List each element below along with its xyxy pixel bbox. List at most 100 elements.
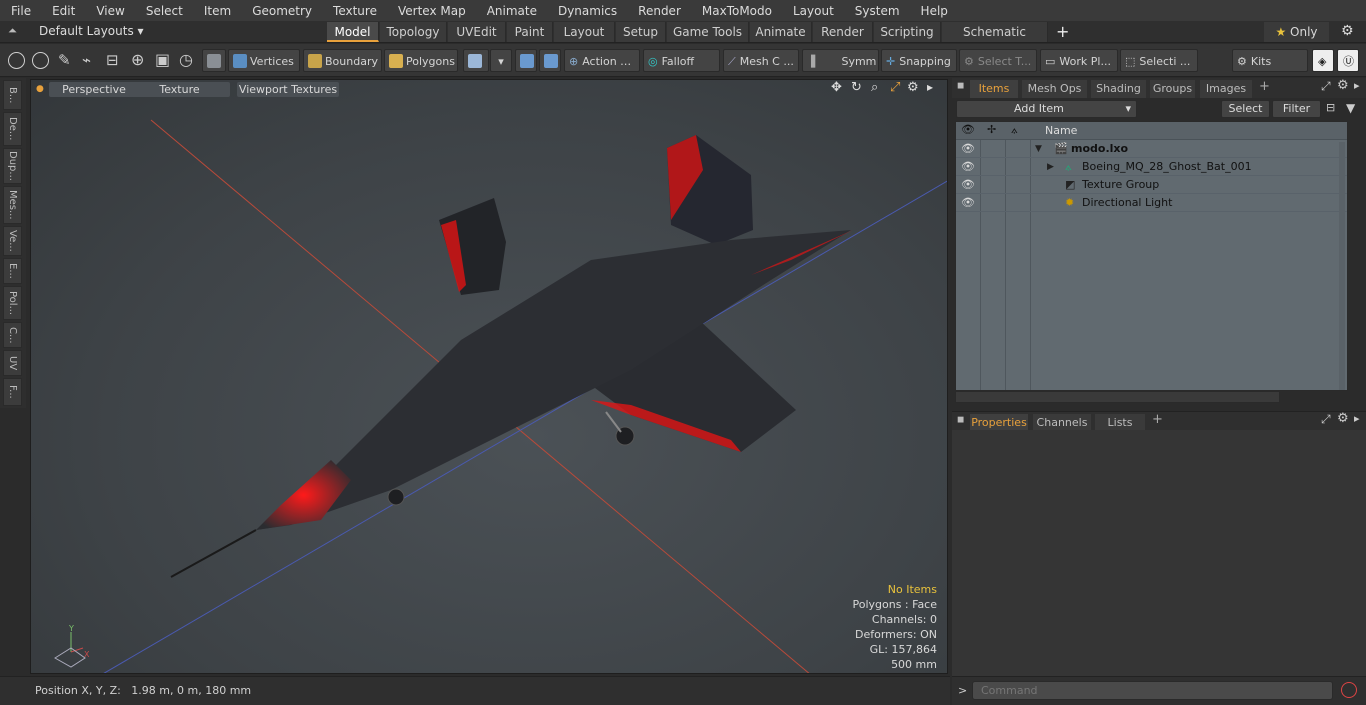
add-panel-tab-icon[interactable]: + (1259, 79, 1270, 94)
viewport-arrow-icon[interactable]: ▸ (927, 80, 933, 94)
menu-item[interactable]: Item (193, 4, 241, 18)
tab-topology[interactable]: Topology (380, 22, 447, 42)
tab-scripting[interactable]: Scripting (874, 22, 941, 42)
rotate-view-icon[interactable]: ↻ (851, 80, 862, 95)
move-view-icon[interactable]: ✥ (831, 80, 842, 95)
add-properties-tab-icon[interactable]: + (1152, 412, 1163, 427)
strip-tab-duplicate[interactable]: Dup... (3, 148, 22, 184)
menu-help[interactable]: Help (910, 4, 958, 18)
maximize-view-icon[interactable]: ⤢ (890, 80, 900, 95)
tree-row-light[interactable]: 👁 ✹ Directional Light (956, 194, 1347, 212)
snap-element-button[interactable] (539, 49, 561, 72)
strip-tab-basic[interactable]: B... (3, 80, 22, 110)
selection-sets-button[interactable]: ⬚ Selecti ... (1120, 49, 1198, 72)
add-item-button[interactable]: Add Item ▾ (956, 100, 1137, 118)
globe-icon[interactable] (32, 52, 49, 69)
menu-system[interactable]: System (844, 4, 910, 18)
boundary-button[interactable]: Boundary (303, 49, 382, 72)
items-hscrollbar[interactable] (955, 391, 1280, 403)
unity-button[interactable]: ◈ (1312, 49, 1334, 72)
menu-layout[interactable]: Layout (782, 4, 844, 18)
frame-icon[interactable]: ▣ (155, 50, 170, 69)
expand-arrow-icon[interactable]: ▼ (1035, 140, 1042, 158)
panel-maximize-icon[interactable]: ⤢ (1321, 79, 1331, 94)
tab-model[interactable]: Model (327, 22, 379, 42)
select-circle-icon[interactable] (8, 52, 25, 69)
visibility-eye-icon[interactable]: 👁 (961, 158, 975, 176)
add-tab-icon[interactable]: + (1056, 22, 1069, 41)
select-button[interactable]: Select (1221, 100, 1270, 118)
select-through-button[interactable]: ⚙ Select T... (959, 49, 1037, 72)
expand-arrow-icon[interactable]: ▶ (1047, 158, 1054, 176)
timer-icon[interactable]: ◷ (179, 50, 193, 69)
properties-gear-icon[interactable]: ⚙ (1337, 411, 1349, 426)
3d-viewport[interactable]: Y X ● Perspective Texture Viewport Textu… (30, 79, 948, 674)
tab-images[interactable]: Images (1200, 80, 1252, 98)
items-scrollbar[interactable] (1339, 142, 1345, 390)
lock-column-icon[interactable]: ✢ (987, 123, 996, 136)
layout-preset-dropdown[interactable]: Default Layouts ▾ (39, 24, 144, 38)
tab-layout[interactable]: Layout (554, 22, 615, 42)
tab-paint[interactable]: Paint (507, 22, 553, 42)
strip-tab-curve[interactable]: C... (3, 322, 22, 348)
layout-gear-icon[interactable]: ⚙ (1341, 23, 1354, 39)
panel-arrow-icon[interactable]: ▸ (1354, 79, 1360, 92)
filter-button[interactable]: Filter (1272, 100, 1321, 118)
menu-vertex-map[interactable]: Vertex Map (387, 4, 476, 18)
menu-dynamics[interactable]: Dynamics (547, 4, 627, 18)
tree-row-texture-group[interactable]: 👁 ◩ Texture Group (956, 176, 1347, 194)
panel-menu-icon[interactable]: ◼ (957, 81, 964, 91)
snap-object-button[interactable] (515, 49, 537, 72)
unreal-button[interactable]: Ⓤ (1337, 49, 1359, 72)
zoom-view-icon[interactable]: ⌕ (871, 80, 878, 95)
item-mode-button[interactable] (463, 49, 489, 72)
mode-dropdown[interactable]: ▾ (490, 49, 512, 72)
tab-animate[interactable]: Animate (750, 22, 812, 42)
tab-render[interactable]: Render (813, 22, 873, 42)
action-center-button[interactable]: ⊕ Action … (564, 49, 640, 72)
strip-tab-edge[interactable]: E... (3, 258, 22, 284)
strip-tab-mesh[interactable]: Mes... (3, 186, 22, 224)
properties-menu-icon[interactable]: ◼ (957, 415, 964, 425)
menu-view[interactable]: View (85, 4, 134, 18)
tab-game-tools[interactable]: Game Tools (667, 22, 749, 42)
visibility-eye-icon[interactable]: 👁 (961, 194, 975, 212)
menu-texture[interactable]: Texture (322, 4, 387, 18)
viewport-settings-icon[interactable]: ⚙ (907, 80, 919, 95)
properties-maximize-icon[interactable]: ⤢ (1321, 412, 1331, 427)
kits-button[interactable]: ⚙ Kits (1232, 49, 1308, 72)
snapping-button[interactable]: ✛ Snapping (881, 49, 957, 72)
visibility-eye-icon[interactable]: 👁 (961, 140, 975, 158)
work-plane-button[interactable]: ▭ Work Pl... (1040, 49, 1118, 72)
menu-edit[interactable]: Edit (41, 4, 85, 18)
menu-geometry[interactable]: Geometry (241, 4, 322, 18)
properties-arrow-icon[interactable]: ▸ (1354, 412, 1360, 425)
tab-groups[interactable]: Groups (1150, 80, 1195, 98)
strip-tab-polygon[interactable]: Pol... (3, 286, 22, 320)
visibility-column-icon[interactable]: 👁 (961, 123, 975, 136)
tree-row-scene[interactable]: 👁 ▼ 🎬 modo.lxo (956, 140, 1347, 158)
view-perspective-button[interactable]: Perspective (49, 82, 139, 97)
menu-render[interactable]: Render (627, 4, 691, 18)
strip-tab-fusion[interactable]: F... (3, 378, 22, 406)
viewport-textures-button[interactable]: Viewport Textures (237, 82, 339, 97)
panel-gear-icon[interactable]: ⚙ (1337, 78, 1349, 93)
vertices-button[interactable]: Vertices (228, 49, 300, 72)
record-macro-icon[interactable] (1341, 682, 1357, 698)
name-column-header[interactable]: Name (1045, 124, 1077, 137)
shading-texture-button[interactable]: Texture (129, 82, 230, 97)
menu-select[interactable]: Select (135, 4, 193, 18)
pen-icon[interactable]: ✎ (58, 51, 71, 69)
polygons-button[interactable]: Polygons (384, 49, 458, 72)
strip-tab-deform[interactable]: De... (3, 112, 22, 146)
brush-icon[interactable]: ⌁ (82, 51, 91, 69)
layout-collapse-icon[interactable]: ⏶ (8, 24, 17, 38)
tab-setup[interactable]: Setup (616, 22, 666, 42)
command-input[interactable] (972, 681, 1333, 700)
viewport-menu-dot-icon[interactable]: ● (36, 84, 44, 94)
menu-maxtomodo[interactable]: MaxToModo (691, 4, 782, 18)
symmetry-button[interactable]: ▌ Symm ... (802, 49, 879, 72)
aircraft-model[interactable] (170, 135, 853, 578)
funnel-icon[interactable]: ▼ (1346, 101, 1355, 115)
shield-button[interactable] (202, 49, 226, 72)
